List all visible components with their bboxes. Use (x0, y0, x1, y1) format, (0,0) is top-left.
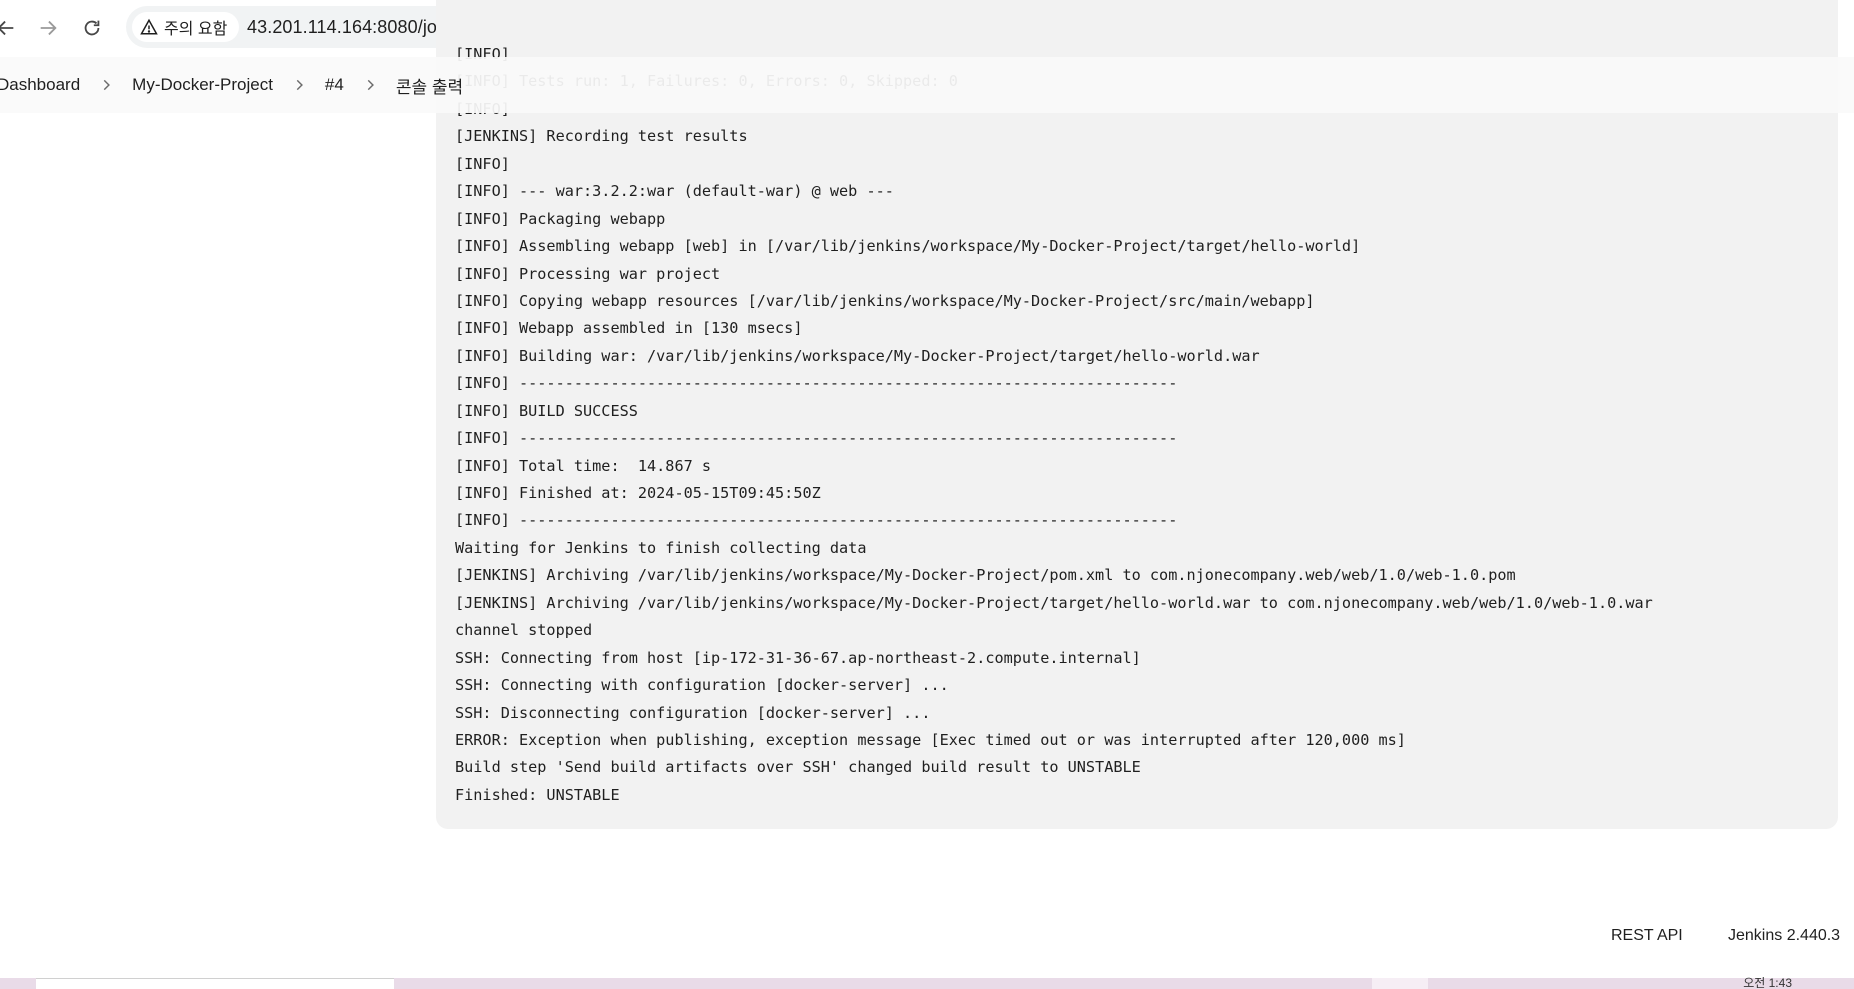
taskbar-clock: 오전 1:43 (1743, 976, 1792, 989)
console-line: [INFO] Copying webapp resources [/var/li… (455, 291, 1315, 310)
console-line: [INFO] ---------------------------------… (455, 511, 1178, 530)
reload-button[interactable] (78, 14, 106, 42)
chevron-right-icon (99, 78, 113, 92)
console-line: Build step 'Send build artifacts over SS… (455, 758, 1141, 777)
console-line: channel stopped (455, 621, 593, 640)
breadcrumb-build[interactable]: #4 (325, 75, 344, 95)
breadcrumb: Dashboard My-Docker-Project #4 콘솔 출력 (0, 57, 1854, 113)
chevron-right-icon (292, 78, 306, 92)
security-chip[interactable]: 주의 요함 (132, 12, 240, 42)
os-taskbar: 오전 1:43 (0, 976, 1854, 989)
arrow-right-icon (40, 20, 57, 36)
console-line: SSH: Disconnecting configuration [docker… (455, 703, 931, 722)
breadcrumb-console-output[interactable]: 콘솔 출력 (396, 73, 463, 98)
breadcrumb-project[interactable]: My-Docker-Project (132, 75, 273, 95)
console-line: [INFO] Total time: 14.867 s (455, 456, 712, 475)
console-line: [INFO] ---------------------------------… (455, 429, 1178, 448)
console-line: [INFO] (455, 154, 510, 173)
rest-api-link[interactable]: REST API (1611, 927, 1683, 945)
breadcrumb-dashboard[interactable]: Dashboard (0, 75, 80, 95)
security-label: 주의 요함 (164, 21, 228, 38)
console-line: SSH: Connecting with configuration [dock… (455, 676, 949, 695)
console-line: ERROR: Exception when publishing, except… (455, 730, 1406, 749)
taskbar-window[interactable] (36, 978, 394, 989)
warning-icon (140, 18, 158, 35)
console-line: [JENKINS] Recording test results (455, 127, 748, 146)
back-button[interactable] (0, 14, 20, 42)
taskbar-window[interactable] (1372, 978, 1428, 989)
console-line: [JENKINS] Archiving /var/lib/jenkins/wor… (455, 566, 1516, 585)
console-line: [INFO] Packaging webapp (455, 209, 666, 228)
console-line: [INFO] Assembling webapp [web] in [/var/… (455, 237, 1361, 256)
console-lines: [INFO][INFO] Tests run: 1, Failures: 0, … (455, 41, 1653, 809)
console-line: [INFO] Building war: /var/lib/jenkins/wo… (455, 346, 1260, 365)
reload-icon (84, 20, 100, 36)
console-line: [INFO] --- war:3.2.2:war (default-war) @… (455, 182, 894, 201)
arrow-left-icon (0, 20, 14, 36)
console-line: [INFO] Processing war project (455, 264, 721, 283)
console-line: SSH: Connecting from host [ip-172-31-36-… (455, 648, 1141, 667)
console-output: [INFO][INFO] Tests run: 1, Failures: 0, … (436, 0, 1838, 829)
console-line: [INFO] Finished at: 2024-05-15T09:45:50Z (455, 484, 821, 502)
jenkins-version-link[interactable]: Jenkins 2.440.3 (1728, 927, 1840, 945)
console-line: [INFO] ---------------------------------… (455, 374, 1178, 393)
console-line: [INFO] BUILD SUCCESS (455, 401, 638, 420)
chevron-right-icon (363, 78, 377, 92)
console-line: [JENKINS] Archiving /var/lib/jenkins/wor… (455, 593, 1653, 612)
forward-button[interactable] (34, 14, 62, 42)
console-line: Waiting for Jenkins to finish collecting… (455, 538, 867, 557)
console-line: Finished: UNSTABLE (455, 785, 620, 804)
console-line: [INFO] Webapp assembled in [130 msecs] (455, 319, 803, 338)
